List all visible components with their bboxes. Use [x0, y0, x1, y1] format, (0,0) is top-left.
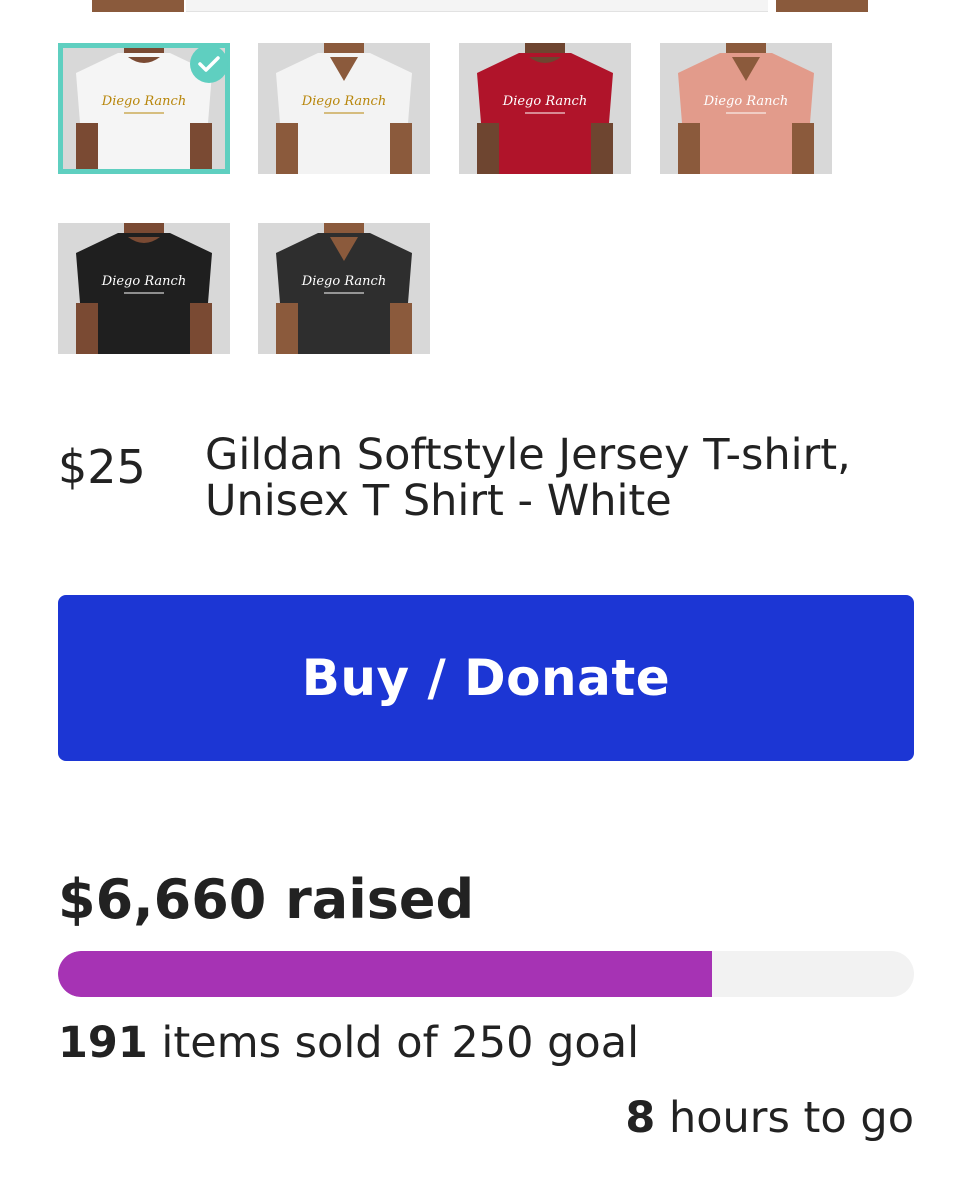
logo-text: Diego Ranch: [101, 94, 186, 109]
thumbnail-pink-vneck-tshirt[interactable]: Diego Ranch: [660, 43, 832, 174]
thumbnail-white-vneck-tshirt[interactable]: Diego Ranch: [258, 43, 430, 174]
time-remaining: 8 hours to go: [625, 1093, 914, 1143]
tshirt-image: Diego Ranch: [660, 43, 832, 174]
tshirt-image: Diego Ranch: [258, 223, 430, 354]
hours-left-count: 8: [625, 1093, 656, 1143]
model-arm-right: [776, 0, 868, 12]
logo-text: Diego Ranch: [703, 94, 788, 109]
tshirt-image: Diego Ranch: [258, 43, 430, 174]
main-product-image-edge: [0, 0, 972, 14]
model-arm-left: [92, 0, 184, 12]
product-title: Gildan Softstyle Jersey T-shirt, Unisex …: [205, 430, 851, 526]
progress-bar: [58, 951, 914, 997]
items-sold-count: 191: [58, 1018, 148, 1068]
shirt-hem: [186, 0, 768, 12]
buy-donate-button[interactable]: Buy / Donate: [58, 595, 914, 761]
amount-raised: $6,660 raised: [58, 868, 475, 931]
hours-left-text: hours to go: [655, 1093, 914, 1143]
checkmark-icon: [190, 45, 228, 83]
logo-text: Diego Ranch: [301, 94, 386, 109]
thumbnail-white-crew-tshirt[interactable]: Diego Ranch: [58, 43, 230, 174]
thumbnail-red-crew-tshirt[interactable]: Diego Ranch: [459, 43, 631, 174]
logo-text: Diego Ranch: [502, 94, 587, 109]
items-sold-goal-text: items sold of 250 goal: [147, 1018, 640, 1068]
items-sold: 191 items sold of 250 goal: [58, 1018, 639, 1068]
tshirt-image: Diego Ranch: [459, 43, 631, 174]
logo-text: Diego Ranch: [301, 274, 386, 289]
product-price: $25: [58, 440, 146, 494]
tshirt-image: Diego Ranch: [58, 223, 230, 354]
thumbnail-charcoal-vneck-tshirt[interactable]: Diego Ranch: [258, 223, 430, 354]
thumbnail-black-crew-tshirt[interactable]: Diego Ranch: [58, 223, 230, 354]
progress-bar-fill: [58, 951, 712, 997]
logo-text: Diego Ranch: [101, 274, 186, 289]
